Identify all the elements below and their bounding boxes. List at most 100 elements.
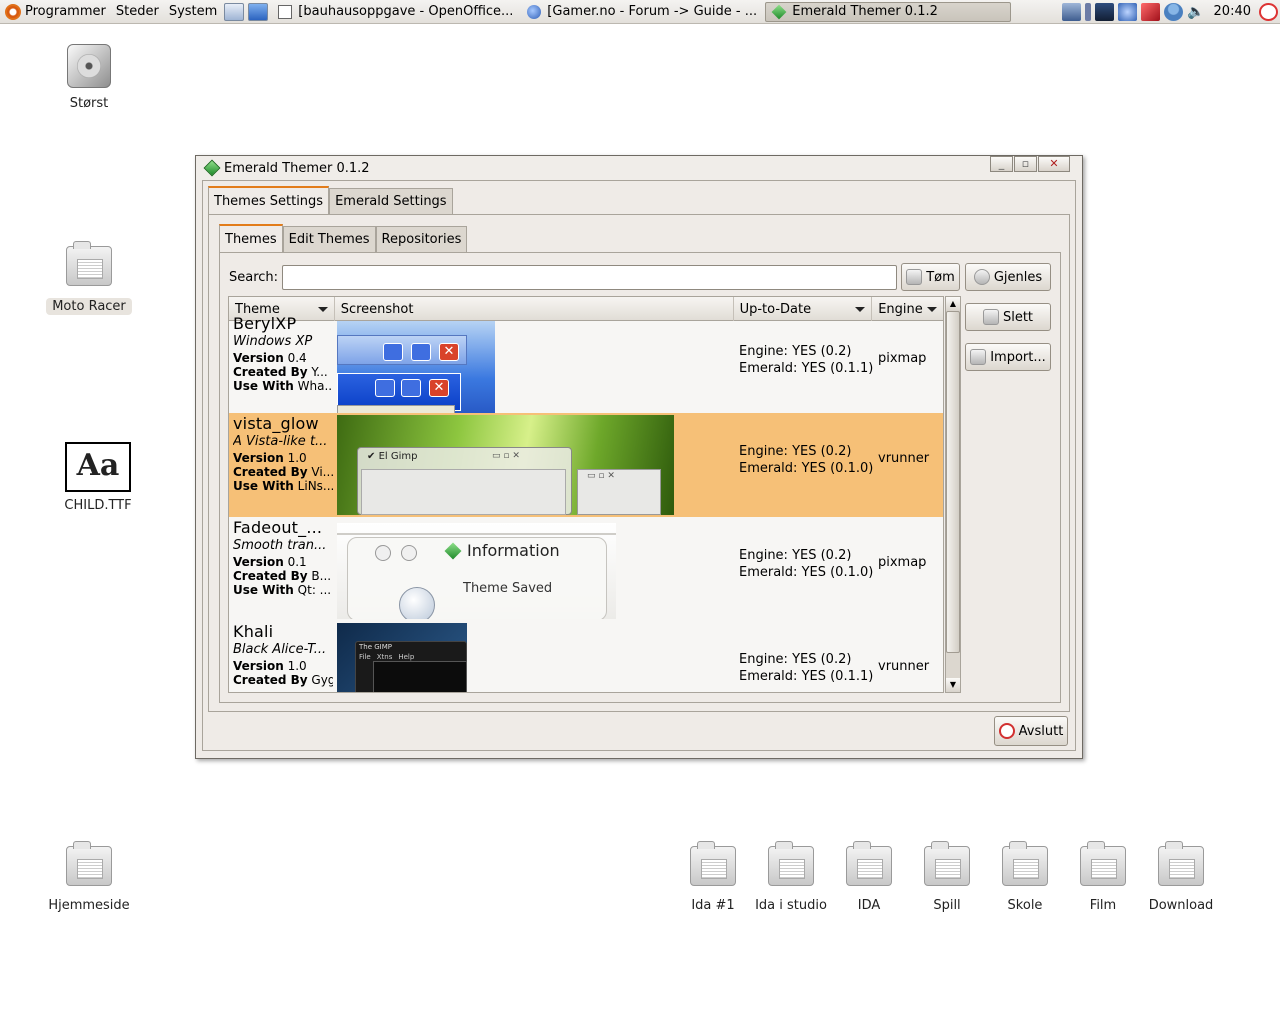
screenshot-menu-item: Help — [398, 653, 415, 661]
reload-button[interactable]: Gjenles — [965, 263, 1051, 291]
close-icon: ✕ — [1049, 157, 1059, 170]
tab-themes[interactable]: Themes — [219, 224, 283, 252]
desktop-icon-label: Film — [1089, 898, 1117, 913]
search-input[interactable] — [282, 265, 897, 290]
engine-status: Engine: YES (0.2) — [739, 652, 852, 667]
theme-version: 1.0 — [287, 659, 307, 673]
close-button[interactable]: ✕ — [1038, 156, 1070, 172]
desktop-icon-label: Download — [1148, 898, 1214, 913]
task-openoffice[interactable]: [bauhausoppgave - OpenOffice... — [272, 2, 517, 22]
theme-description: Smooth tran... — [233, 538, 327, 553]
ruby-alert-icon[interactable] — [1140, 2, 1160, 21]
font-file-icon: Aa — [65, 442, 131, 492]
task-emerald-themer[interactable]: Emerald Themer 0.1.2 — [765, 1, 1012, 22]
screenshot-menu-item: Xtns — [376, 653, 393, 661]
maximize-icon — [411, 343, 431, 361]
list-scrollbar[interactable]: ▲ ▼ — [945, 296, 961, 693]
maximize-icon — [401, 379, 421, 397]
desktop-icon-label: Moto Racer — [46, 298, 132, 315]
maximize-button[interactable]: ▫ — [1014, 156, 1037, 172]
window-selector-icon[interactable] — [248, 2, 269, 21]
folder-icon — [1002, 841, 1048, 886]
menu-system[interactable]: System — [164, 0, 222, 24]
button-label: Tøm — [926, 269, 955, 285]
window-titlebar[interactable]: Emerald Themer 0.1.2 _ ▫ ✕ — [196, 156, 1082, 180]
monitor-icon[interactable] — [1094, 2, 1114, 21]
show-desktop-icon[interactable] — [224, 2, 245, 21]
theme-name: Fadeout_... — [233, 519, 323, 537]
up-to-date-status: Engine: YES (0.2) Emerald: YES (0.1.1) — [739, 343, 873, 377]
desktop-icon-moto-racer[interactable]: Moto Racer — [44, 241, 134, 315]
screenshot-dialog-title: Information — [467, 541, 560, 560]
close-icon: ✕ — [439, 343, 459, 361]
theme-engine: pixmap — [878, 351, 927, 366]
power-icon[interactable] — [1259, 2, 1278, 21]
import-icon — [970, 349, 987, 365]
theme-info: vista_glow A Vista-like t... Version 1.0… — [233, 415, 333, 493]
desktop-icon-hjemmeside[interactable]: Hjemmeside — [44, 841, 134, 913]
outer-tab-pane: Themes Edit Themes Repositories Search: … — [208, 214, 1070, 712]
emerald-status: Emerald: YES (0.1.1) — [739, 669, 874, 684]
theme-row[interactable]: Khali Black Alice-T... Version 1.0 Creat… — [229, 621, 943, 692]
import-button[interactable]: Import... — [965, 343, 1051, 371]
button-label: Gjenles — [993, 269, 1043, 285]
tab-themes-settings[interactable]: Themes Settings — [208, 186, 330, 214]
engine-status: Engine: YES (0.2) — [739, 548, 852, 563]
themes-list[interactable]: Theme Screenshot Up-to-Date Engine Beryl… — [228, 296, 944, 693]
desktop-icon-storst[interactable]: Størst — [44, 42, 134, 111]
created-by-label: Created By — [233, 465, 308, 479]
scroll-up-icon[interactable]: ▲ — [946, 297, 960, 311]
desktop-icon-label: Spill — [933, 898, 961, 913]
use-with-label: Use With — [233, 479, 294, 493]
update-notifier-icon[interactable] — [1117, 2, 1137, 21]
check-icon: ✔ — [367, 451, 376, 462]
folder-icon — [768, 841, 814, 886]
quit-button[interactable]: Avslutt — [994, 716, 1068, 746]
theme-row-selected[interactable]: vista_glow A Vista-like t... Version 1.0… — [229, 413, 943, 517]
task-label: [Gamer.no - Forum -> Guide - ... — [547, 4, 758, 19]
menu-places[interactable]: Steder — [111, 0, 164, 24]
button-label: Slett — [1002, 309, 1034, 325]
theme-row[interactable]: BerylXP Windows XP Version 0.4 Created B… — [229, 313, 943, 417]
tab-label: Edit Themes — [288, 232, 370, 247]
desktop-icon-spill[interactable]: Spill — [902, 841, 992, 913]
cdrom-icon — [67, 44, 111, 88]
theme-row[interactable]: Fadeout_... Smooth tran... Version 0.1 C… — [229, 517, 943, 621]
desktop-icon-child-ttf[interactable]: Aa CHILD.TTF — [53, 442, 143, 513]
trash-icon — [906, 269, 923, 285]
desktop-icon-ida[interactable]: IDA — [824, 841, 914, 913]
emerald-status: Emerald: YES (0.1.1) — [739, 361, 874, 376]
minimize-icon — [375, 379, 395, 397]
sort-arrow-icon — [927, 307, 938, 312]
desktop-icon-skole[interactable]: Skole — [980, 841, 1070, 913]
theme-engine: vrunner — [878, 451, 930, 466]
scroll-down-icon[interactable]: ▼ — [946, 678, 960, 692]
minimize-button[interactable]: _ — [990, 156, 1013, 172]
clear-button[interactable]: Tøm — [901, 263, 960, 291]
screenshot-menu-item: File — [359, 653, 371, 661]
network-icon[interactable] — [1061, 2, 1081, 21]
version-label: Version — [233, 659, 284, 673]
theme-author: B... — [311, 569, 332, 583]
created-by-label: Created By — [233, 673, 308, 687]
volume-icon[interactable]: 🔈 — [1187, 3, 1206, 21]
emerald-status: Emerald: YES (0.1.0) — [739, 565, 874, 580]
desktop-icon-download[interactable]: Download — [1136, 841, 1226, 913]
tab-repositories[interactable]: Repositories — [375, 226, 468, 252]
desktop-icon-film[interactable]: Film — [1058, 841, 1148, 913]
task-browser[interactable]: [Gamer.no - Forum -> Guide - ... — [521, 2, 761, 22]
desktop-icon-ida-1[interactable]: Ida #1 — [668, 841, 758, 913]
use-with-label: Use With — [233, 379, 294, 393]
emerald-themer-window: Emerald Themer 0.1.2 _ ▫ ✕ Themes Settin… — [195, 155, 1083, 759]
desktop-icon-ida-i-studio[interactable]: Ida i studio — [746, 841, 836, 913]
theme-screenshot: The GIMP File Xtns Help — [337, 623, 467, 692]
tab-edit-themes[interactable]: Edit Themes — [282, 226, 376, 252]
user-icon[interactable] — [1163, 2, 1183, 21]
menu-applications[interactable]: Programmer — [0, 0, 111, 24]
clock[interactable]: 20:40 — [1208, 4, 1257, 19]
info-icon — [399, 587, 435, 619]
tab-emerald-settings[interactable]: Emerald Settings — [329, 188, 453, 214]
delete-button[interactable]: Slett — [965, 303, 1051, 331]
scrollbar-thumb[interactable] — [946, 311, 960, 653]
theme-engine: pixmap — [878, 555, 927, 570]
